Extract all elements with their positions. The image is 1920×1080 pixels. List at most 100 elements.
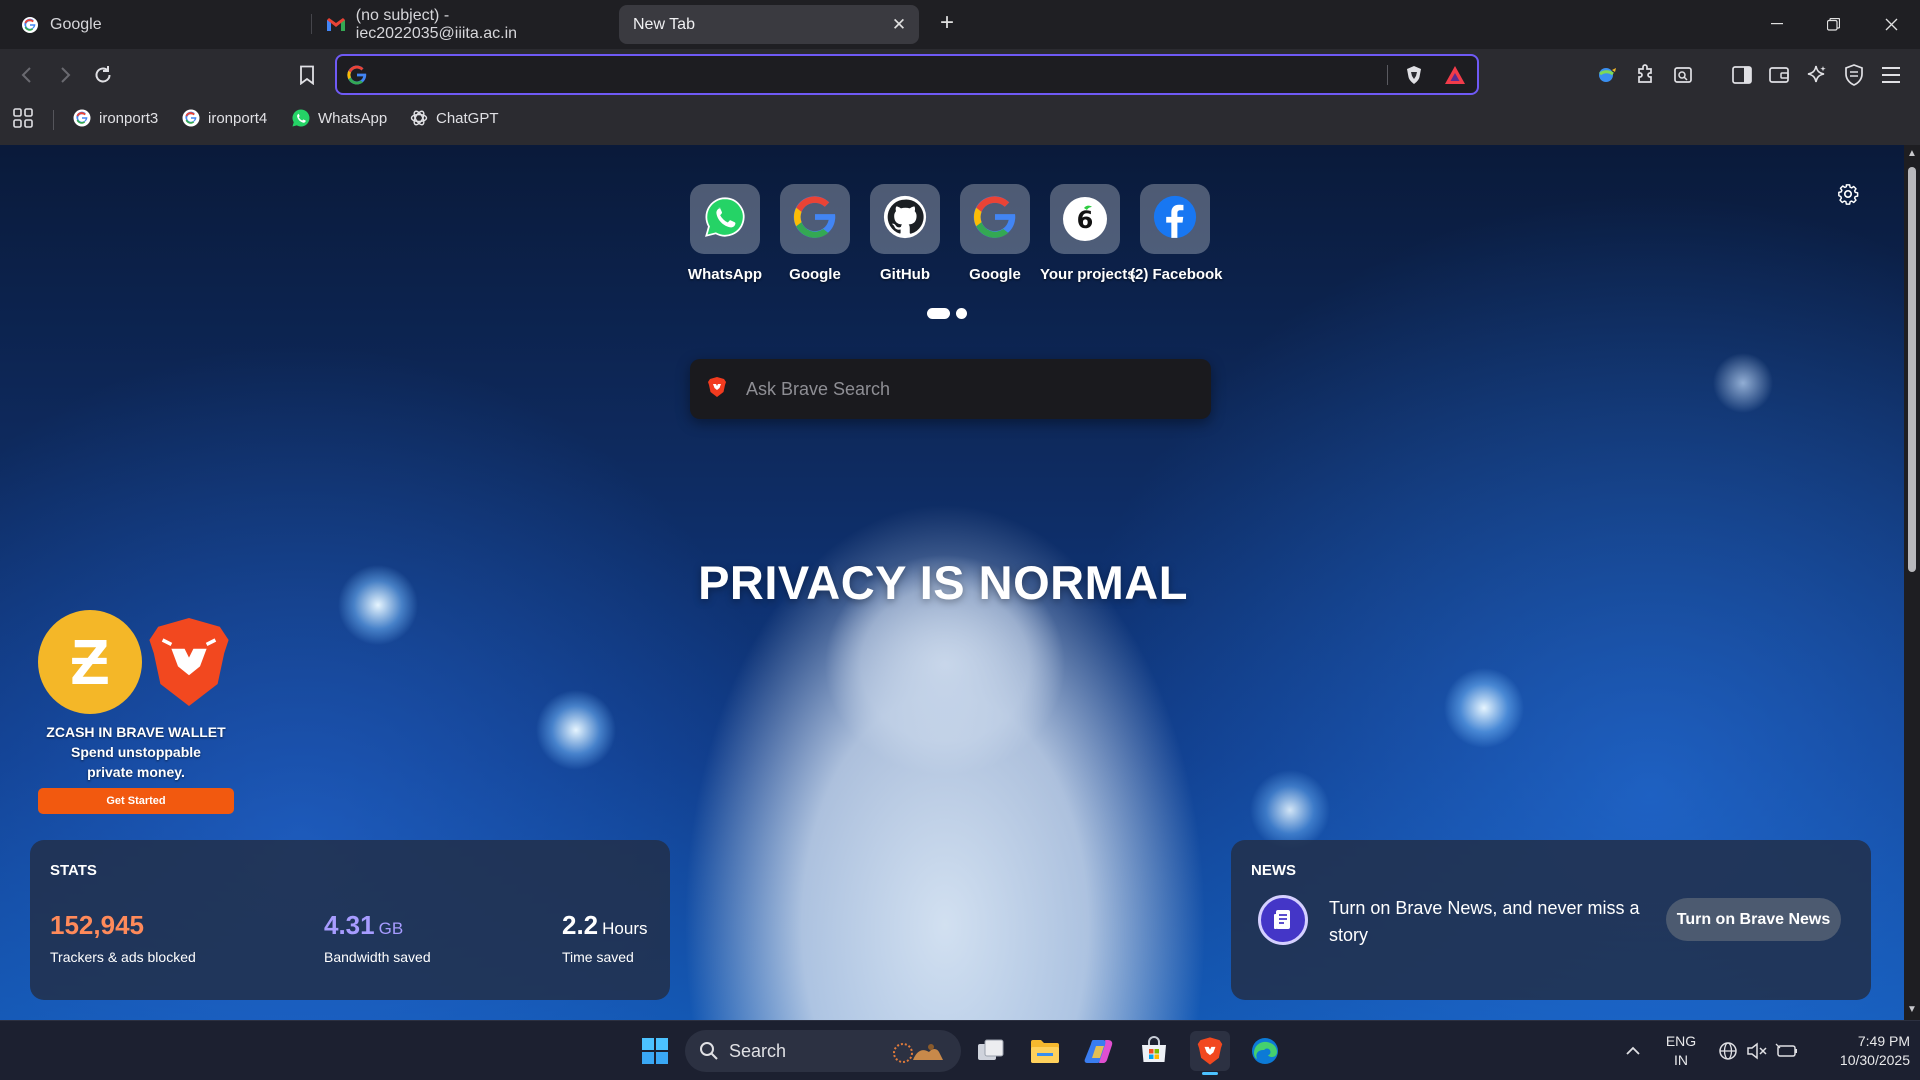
chevron-up-icon[interactable]	[1613, 1031, 1653, 1071]
battery-icon[interactable]	[1767, 1031, 1807, 1071]
top-site-tile[interactable]	[870, 184, 940, 254]
sidebar-toggle-icon[interactable]	[1727, 60, 1757, 90]
extensions-icon[interactable]	[1631, 60, 1661, 90]
page-dot-active[interactable]	[927, 308, 950, 319]
forward-button[interactable]	[50, 60, 80, 90]
top-site-tile[interactable]	[1140, 184, 1210, 254]
clock[interactable]: 7:49 PM 10/30/2025	[1810, 1032, 1910, 1070]
scrollbar-thumb[interactable]	[1908, 167, 1916, 572]
apps-grid-icon[interactable]	[12, 106, 34, 130]
back-button[interactable]	[12, 60, 42, 90]
bandwidth-stat: 4.31 GB Bandwidth saved	[324, 910, 431, 965]
promo-line: Spend unstoppable	[71, 744, 201, 760]
language-indicator[interactable]: ENG IN	[1655, 1032, 1707, 1070]
task-view-icon[interactable]	[971, 1031, 1011, 1071]
google-icon	[72, 108, 92, 128]
page-dot[interactable]	[956, 308, 967, 319]
top-site-whatsapp[interactable]: WhatsApp	[680, 184, 770, 283]
divider	[1387, 65, 1388, 85]
news-title: NEWS	[1251, 862, 1296, 879]
top-site-google-2[interactable]: Google	[950, 184, 1040, 283]
address-bar[interactable]	[335, 54, 1479, 95]
tab-strip: Google (no subject) - iec2022035@iiita.a…	[0, 0, 1920, 49]
top-sites: WhatsApp Google GitHub Google 6 Your pro…	[0, 145, 1904, 295]
promo-line: ZCASH IN BRAVE WALLET	[46, 724, 226, 740]
windows-start-icon[interactable]	[635, 1031, 675, 1071]
top-site-label: Google	[789, 266, 841, 283]
search-highlight-icon	[889, 1038, 949, 1069]
brave-lion-icon	[707, 376, 727, 403]
bandwidth-unit: GB	[378, 919, 404, 938]
top-site-label: WhatsApp	[687, 266, 763, 283]
divider	[53, 110, 54, 130]
top-site-label: Your projects	[1040, 266, 1136, 283]
scroll-down-arrow-icon[interactable]: ▼	[1907, 1005, 1917, 1015]
top-site-tile[interactable]: 6	[1050, 184, 1120, 254]
tab-new-tab[interactable]: New Tab ✕	[619, 5, 919, 44]
top-site-google[interactable]: Google	[770, 184, 860, 283]
facebook-icon	[1153, 195, 1197, 244]
top-site-tile[interactable]	[960, 184, 1030, 254]
project-icon: 6	[1063, 197, 1107, 241]
brave-shields-icon[interactable]	[1404, 65, 1424, 90]
brave-search-box[interactable]	[690, 359, 1211, 419]
new-tab-button[interactable]: +	[935, 11, 959, 36]
restore-button[interactable]	[1818, 10, 1848, 38]
get-started-button[interactable]: Get Started	[38, 788, 234, 814]
close-tab-icon[interactable]: ✕	[889, 15, 909, 35]
promo-line: private money.	[87, 764, 185, 780]
turn-on-news-button[interactable]: Turn on Brave News	[1666, 898, 1841, 941]
brave-rewards-icon[interactable]	[1444, 65, 1466, 90]
windows-taskbar: Search ENG IN 7:49 PM 10/30/2025	[0, 1020, 1920, 1080]
new-tab-page: WhatsApp Google GitHub Google 6 Your pro…	[0, 145, 1904, 1020]
top-site-tile[interactable]	[780, 184, 850, 254]
tab-title: New Tab	[633, 15, 695, 33]
bookmark-chatgpt[interactable]: ChatGPT	[409, 106, 499, 130]
google-icon	[181, 108, 201, 128]
taskbar-search[interactable]: Search	[685, 1030, 961, 1072]
bookmark-ironport4[interactable]: ironport4	[181, 106, 267, 130]
vpn-icon[interactable]	[1593, 60, 1623, 90]
gear-icon[interactable]	[1837, 183, 1861, 207]
zcash-icon: Ƶ	[38, 610, 142, 714]
brave-taskbar-icon[interactable]	[1190, 1031, 1230, 1075]
trackers-caption: Trackers & ads blocked	[50, 949, 196, 965]
github-icon	[883, 195, 927, 244]
wallet-icon[interactable]	[1764, 60, 1794, 90]
language-line: IN	[1674, 1052, 1688, 1068]
menu-icon[interactable]	[1876, 60, 1906, 90]
google-icon	[973, 195, 1017, 244]
reload-button[interactable]	[88, 60, 118, 90]
brave-search-input[interactable]	[746, 377, 1186, 401]
tab-google[interactable]: Google	[6, 5, 306, 44]
stats-title: STATS	[50, 862, 97, 879]
microsoft-store-icon[interactable]	[1134, 1031, 1174, 1071]
bookmark-whatsapp[interactable]: WhatsApp	[291, 106, 387, 130]
vpn-shield-icon[interactable]	[1839, 60, 1869, 90]
tab-title: Google	[50, 15, 102, 33]
tab-title: (no subject) - iec2022035@iiita.ac.in	[355, 6, 518, 42]
bookmark-page-button[interactable]	[292, 60, 322, 90]
tab-gmail[interactable]: (no subject) - iec2022035@iiita.ac.in	[313, 5, 613, 44]
time-value: 2.2	[562, 910, 599, 940]
bookmark-ironport3[interactable]: ironport3	[72, 106, 158, 130]
time-stat: 2.2 Hours Time saved	[562, 910, 648, 965]
google-icon	[793, 195, 837, 244]
edge-icon[interactable]	[1245, 1031, 1285, 1071]
top-site-facebook[interactable]: (2) Facebook	[1130, 184, 1223, 283]
reader-mode-icon[interactable]	[1668, 60, 1698, 90]
file-explorer-icon[interactable]	[1025, 1031, 1065, 1071]
address-input[interactable]	[377, 64, 1377, 86]
copilot-icon[interactable]	[1079, 1031, 1119, 1071]
close-window-button[interactable]	[1876, 10, 1906, 38]
vertical-scrollbar[interactable]: ▲ ▼	[1904, 145, 1920, 1020]
svg-text:6: 6	[1077, 206, 1094, 234]
leo-ai-icon[interactable]	[1801, 60, 1831, 90]
stats-widget: STATS 152,945 Trackers & ads blocked 4.3…	[30, 840, 670, 1000]
news-icon	[1258, 895, 1308, 945]
top-site-your-projects[interactable]: 6 Your projects	[1040, 184, 1136, 283]
top-site-tile[interactable]	[690, 184, 760, 254]
scroll-up-arrow-icon[interactable]: ▲	[1907, 149, 1917, 159]
minimize-button[interactable]	[1762, 10, 1792, 38]
top-site-github[interactable]: GitHub	[860, 184, 950, 283]
